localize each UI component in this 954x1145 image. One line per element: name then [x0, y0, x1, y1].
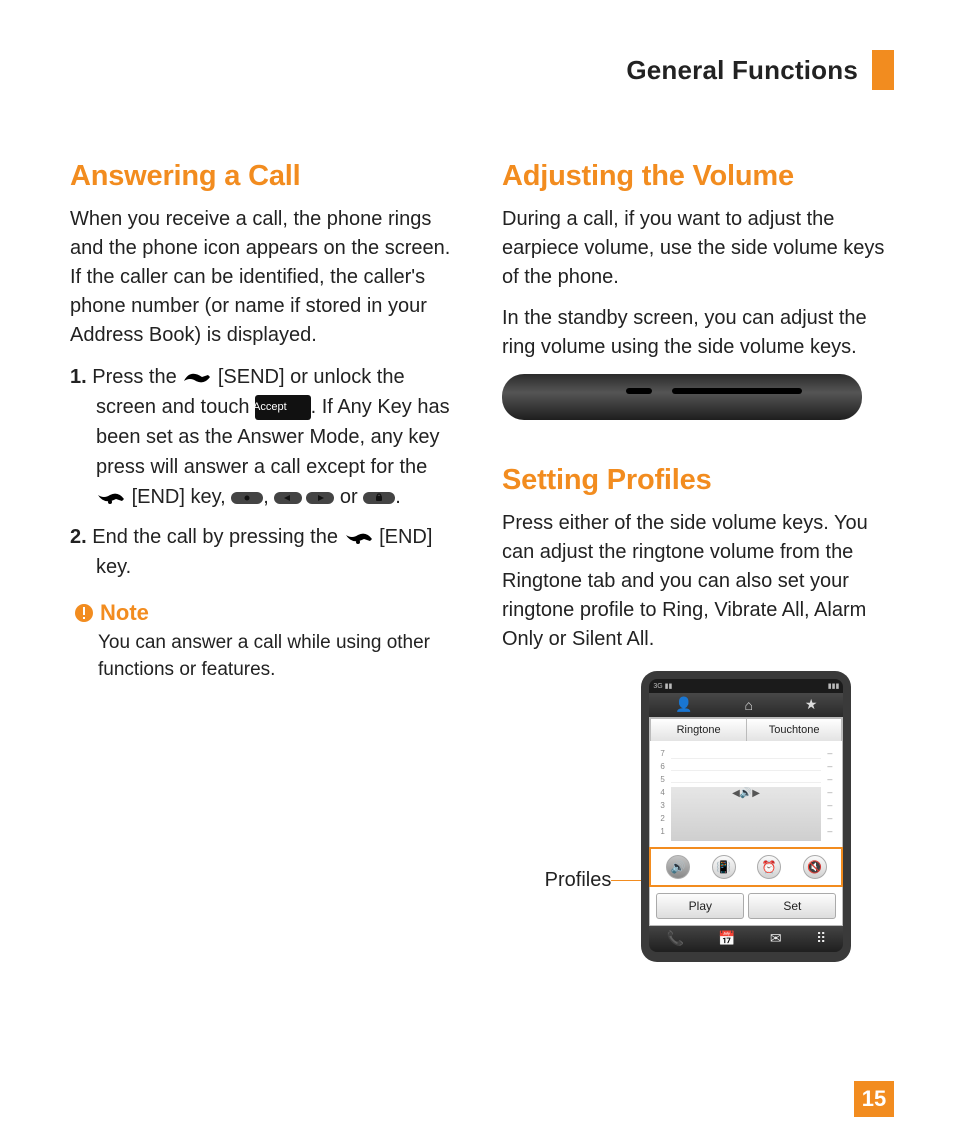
favorites-icon: ★ — [805, 696, 818, 713]
home-icon: ⌂ — [745, 697, 753, 713]
contacts-icon: 👤 — [675, 696, 692, 713]
profiles-p: Press either of the side volume keys. Yo… — [502, 509, 894, 654]
heading-volume: Adjusting the Volume — [502, 160, 894, 193]
leader-line — [611, 880, 641, 881]
profile-buttons-row: 🔊 📳 ⏰ 🔇 — [649, 847, 843, 887]
note-row: Note — [74, 600, 462, 626]
page-number: 15 — [854, 1081, 894, 1117]
send-key-icon — [182, 371, 212, 385]
set-button[interactable]: Set — [748, 893, 836, 919]
heading-profiles: Setting Profiles — [502, 464, 894, 497]
calendar-icon[interactable]: 📅 — [718, 930, 735, 947]
phone-icon[interactable]: 📞 — [666, 930, 683, 947]
home-tab-icons: 👤 ⌂ ★ — [649, 693, 843, 717]
page-header: General Functions — [70, 50, 894, 90]
volume-p2: In the standby screen, you can adjust th… — [502, 304, 894, 362]
volume-p1: During a call, if you want to adjust the… — [502, 205, 894, 292]
step-1: 1. Press the [SEND] or unlock the screen… — [70, 362, 462, 512]
profile-alarm-icon[interactable]: ⏰ — [757, 855, 781, 879]
accept-button[interactable]: Accept — [255, 395, 311, 420]
camera-key-icon — [231, 492, 263, 504]
note-icon — [74, 603, 94, 623]
tab-ringtone[interactable]: Ringtone — [650, 718, 747, 741]
note-label: Note — [100, 600, 149, 626]
end-key-icon — [96, 491, 126, 505]
step-2: 2. End the call by pressing the [END] ke… — [70, 522, 462, 582]
apps-icon[interactable]: ⠿ — [816, 930, 826, 947]
left-column: Answering a Call When you receive a call… — [70, 160, 462, 966]
phone-mock: 3G ▮▮▮▮▮ 👤 ⌂ ★ Ringtone Touchtone 7 6 5 4 … — [641, 671, 851, 962]
answering-intro: When you receive a call, the phone rings… — [70, 205, 462, 350]
mail-icon[interactable]: ✉ — [770, 930, 782, 947]
profile-silent-icon[interactable]: 🔇 — [803, 855, 827, 879]
volume-knob-icon: ◀🔊▶ — [731, 788, 761, 799]
volume-panel: Ringtone Touchtone 7 6 5 4 3 2 1 — [649, 717, 843, 926]
phone-side-illustration — [502, 374, 862, 420]
end-key-icon — [344, 531, 374, 545]
volume-keys-icon — [274, 492, 334, 504]
note-body: You can answer a call while using other … — [98, 630, 462, 683]
tab-touchtone[interactable]: Touchtone — [747, 718, 843, 741]
header-title: General Functions — [626, 55, 858, 86]
play-button[interactable]: Play — [656, 893, 744, 919]
header-accent-bar — [872, 50, 894, 90]
status-bar: 3G ▮▮▮▮▮ — [649, 679, 843, 693]
profile-ring-icon[interactable]: 🔊 — [666, 855, 690, 879]
profile-vibrate-icon[interactable]: 📳 — [712, 855, 736, 879]
profiles-callout-label: Profiles — [545, 869, 612, 892]
right-column: Adjusting the Volume During a call, if y… — [502, 160, 894, 966]
volume-slider[interactable]: 7 6 5 4 3 2 1 ◀🔊▶ — [650, 741, 842, 847]
heading-answering-call: Answering a Call — [70, 160, 462, 193]
lock-key-icon — [363, 492, 395, 504]
bottom-nav: 📞 📅 ✉ ⠿ — [649, 926, 843, 952]
